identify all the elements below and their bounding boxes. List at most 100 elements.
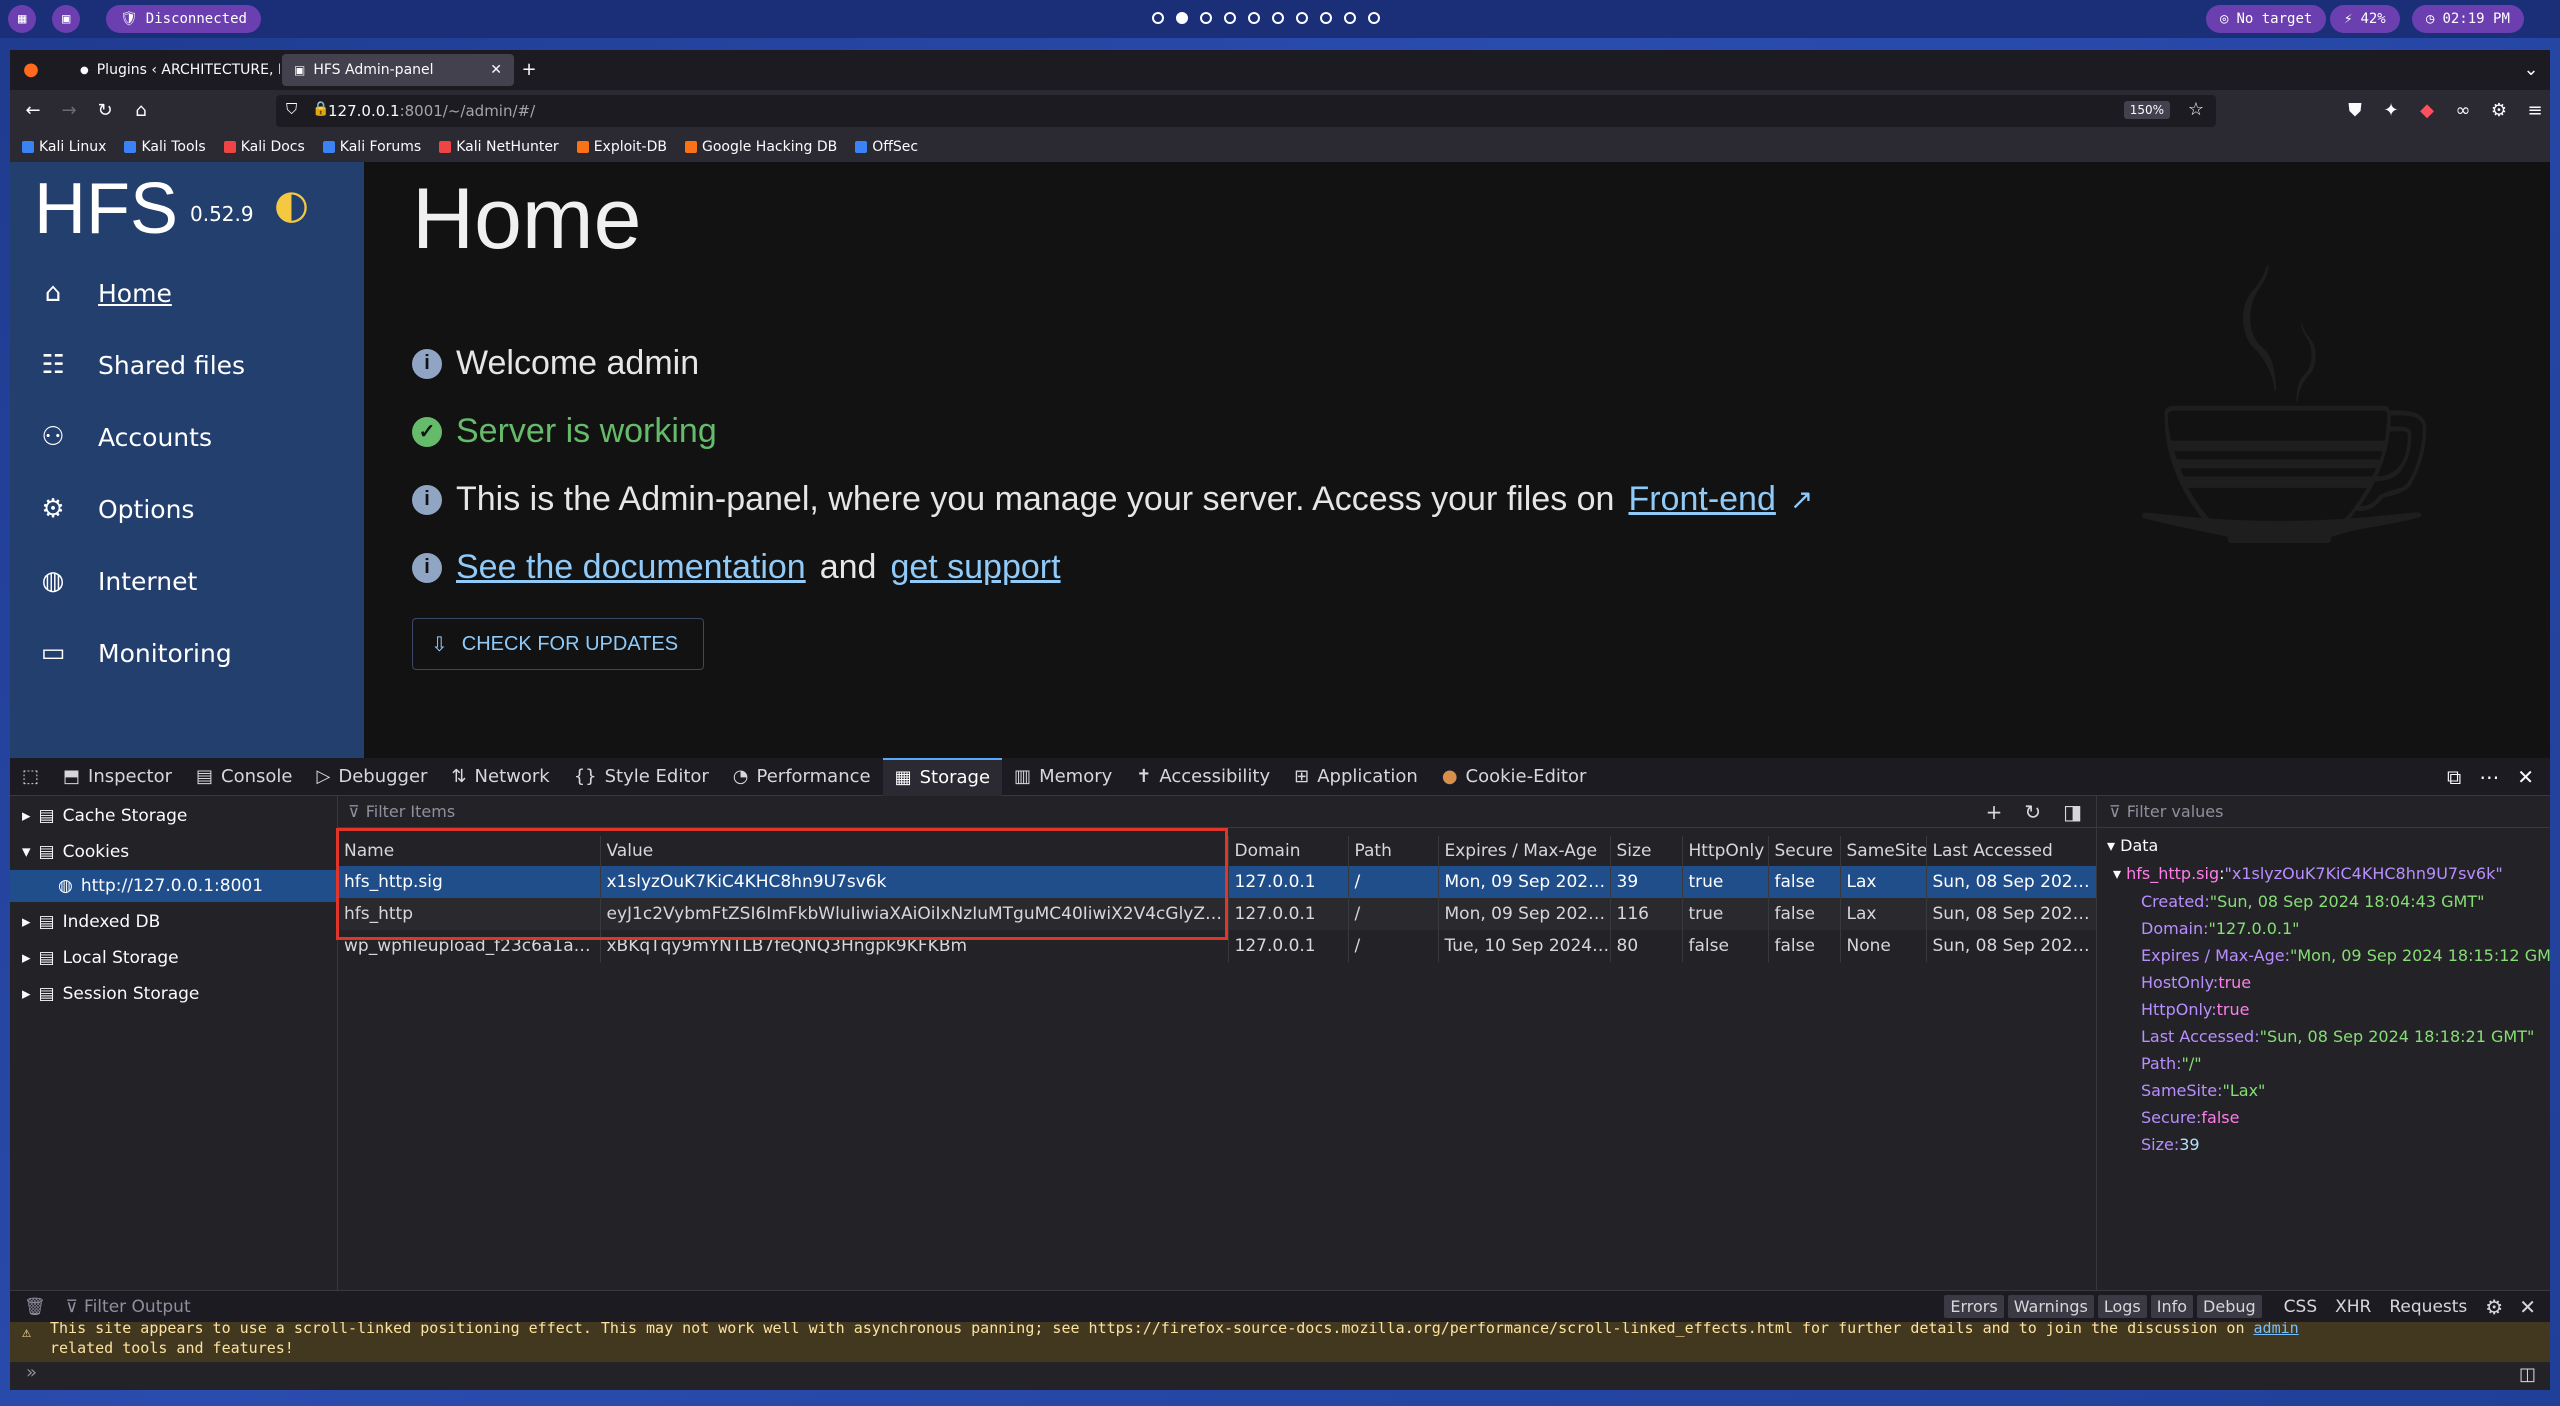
data-row[interactable]: Expires / Max-Age:"Mon, 09 Sep 2024 18:1…: [2141, 946, 2550, 965]
external-link-icon[interactable]: ↗: [1790, 483, 1813, 516]
table-cell[interactable]: Sun, 08 Sep 2024 1...: [1926, 930, 2097, 962]
dock-icon[interactable]: ⧉: [2447, 765, 2461, 789]
table-cell[interactable]: hfs_http.sig: [338, 866, 601, 898]
workspace-dot[interactable]: [1224, 12, 1236, 24]
tab-application[interactable]: ⊞ Application: [1282, 758, 1430, 796]
settings-gear-icon[interactable]: ⚙: [2488, 100, 2510, 122]
window-button[interactable]: ▣: [52, 5, 81, 33]
table-cell[interactable]: 39: [1610, 866, 1683, 898]
new-tab-icon[interactable]: +: [518, 59, 540, 81]
shield-icon[interactable]: ⛉: [286, 100, 297, 118]
workspace-dot[interactable]: [1320, 12, 1332, 24]
data-section-header[interactable]: ▾ Data: [2107, 836, 2158, 855]
filter-warnings-button[interactable]: Warnings: [2007, 1295, 2094, 1318]
column-header[interactable]: HttpOnly: [1682, 836, 1769, 866]
column-header[interactable]: Name: [338, 836, 601, 866]
console-input[interactable]: » ◫: [10, 1362, 2550, 1390]
reload-icon[interactable]: ↻: [94, 100, 116, 122]
extensions-icon[interactable]: ✦: [2380, 100, 2402, 122]
filter-css-button[interactable]: CSS: [2284, 1297, 2317, 1317]
hamburger-menu-icon[interactable]: ≡: [2524, 100, 2546, 122]
workspace-dot[interactable]: [1248, 12, 1260, 24]
bookmark-item[interactable]: Kali Forums: [322, 139, 421, 155]
sidebar-item-internet[interactable]: ◍ Internet: [36, 564, 198, 598]
close-icon[interactable]: ✕: [490, 62, 502, 78]
frontend-link[interactable]: Front-end: [1628, 480, 1775, 519]
close-icon[interactable]: ✕: [2517, 765, 2534, 789]
table-cell[interactable]: Mon, 09 Sep 2024 ...: [1438, 898, 1611, 930]
filter-xhr-button[interactable]: XHR: [2335, 1297, 2371, 1317]
tab-performance[interactable]: ◔ Performance: [721, 758, 883, 796]
tree-item-cookies[interactable]: ▾ ▤ Cookies: [10, 836, 338, 868]
sidebar-item-shared-files[interactable]: ☷ Shared files: [36, 348, 245, 382]
column-header[interactable]: Value: [600, 836, 1229, 866]
console-filter-input[interactable]: Filter Output: [84, 1297, 191, 1317]
filter-info-button[interactable]: Info: [2150, 1295, 2194, 1318]
trash-icon[interactable]: 🗑: [24, 1297, 46, 1317]
table-cell[interactable]: false: [1682, 930, 1769, 962]
bookmark-item[interactable]: Exploit-DB: [576, 139, 667, 155]
mask-icon[interactable]: ∞: [2452, 100, 2474, 122]
tab-storage[interactable]: ▦ Storage: [882, 757, 1003, 796]
pocket-icon[interactable]: ⛊: [2344, 100, 2366, 122]
zoom-level-badge[interactable]: 150%: [2123, 101, 2170, 119]
column-header[interactable]: Path: [1348, 836, 1439, 866]
console-settings-icon[interactable]: ⚙: [2485, 1295, 2503, 1319]
data-row[interactable]: Size:39: [2141, 1135, 2200, 1154]
sidebar-item-home[interactable]: ⌂ Home: [36, 276, 172, 310]
table-cell[interactable]: 80: [1610, 930, 1683, 962]
documentation-link[interactable]: See the documentation: [456, 548, 806, 587]
table-cell[interactable]: wp_wpfileupload_f23c6a1a735...: [338, 930, 601, 962]
data-row[interactable]: Secure:false: [2141, 1108, 2239, 1127]
tab-network[interactable]: ⇅ Network: [439, 758, 561, 796]
addon-icon[interactable]: ◆: [2416, 100, 2438, 122]
column-header[interactable]: Domain: [1228, 836, 1349, 866]
sidebar-item-accounts[interactable]: ⚇ Accounts: [36, 420, 212, 454]
table-cell[interactable]: false: [1768, 930, 1841, 962]
table-cell[interactable]: None: [1840, 930, 1927, 962]
tab-console[interactable]: ▤ Console: [184, 758, 304, 796]
split-console-icon[interactable]: ◫: [2519, 1364, 2536, 1385]
table-cell[interactable]: Lax: [1840, 898, 1927, 930]
filter-values-input[interactable]: Filter values: [2127, 802, 2224, 821]
tree-item-cache-storage[interactable]: ▸ ▤ Cache Storage: [10, 800, 338, 832]
table-cell[interactable]: 127.0.0.1: [1228, 866, 1349, 898]
data-row[interactable]: HttpOnly:true: [2141, 1000, 2249, 1019]
bookmark-item[interactable]: Kali Docs: [223, 139, 305, 155]
lock-icon[interactable]: 🔒: [312, 101, 329, 117]
table-cell[interactable]: Sun, 08 Sep 2024 1...: [1926, 866, 2097, 898]
workspace-dot[interactable]: [1368, 12, 1380, 24]
workspace-dot[interactable]: [1272, 12, 1284, 24]
target-indicator[interactable]: ◎ No target: [2206, 5, 2327, 33]
table-cell[interactable]: 127.0.0.1: [1228, 930, 1349, 962]
column-header[interactable]: Last Accessed: [1926, 836, 2097, 866]
table-cell[interactable]: eyJ1c2VybmFtZSI6ImFkbWluIiwiaXAiOiIxNzIu…: [600, 898, 1229, 930]
bookmark-item[interactable]: Google Hacking DB: [684, 139, 837, 155]
theme-toggle-icon[interactable]: ◐: [274, 182, 330, 230]
tab-list-chevron-icon[interactable]: ⌄: [2520, 59, 2542, 81]
data-row[interactable]: HostOnly:true: [2141, 973, 2251, 992]
workspace-dot[interactable]: [1152, 12, 1164, 24]
filter-errors-button[interactable]: Errors: [1944, 1295, 2004, 1318]
url-bar[interactable]: ⛉ 🔒 127.0.0.1 :8001/~/admin/#/ 150% ☆: [276, 95, 2216, 127]
table-cell[interactable]: Mon, 09 Sep 2024 ...: [1438, 866, 1611, 898]
bookmark-item[interactable]: OffSec: [855, 139, 918, 155]
data-row[interactable]: Last Accessed:"Sun, 08 Sep 2024 18:18:21…: [2141, 1027, 2534, 1046]
add-item-icon[interactable]: +: [1986, 800, 2003, 824]
close-icon[interactable]: ✕: [2519, 1295, 2536, 1319]
workspace-dot[interactable]: [1200, 12, 1212, 24]
tab-inspector[interactable]: ⬒ Inspector: [51, 758, 184, 796]
table-cell[interactable]: true: [1682, 898, 1769, 930]
tree-item-cookie-origin[interactable]: ◍ http://127.0.0.1:8001: [10, 870, 338, 902]
data-row[interactable]: SameSite:"Lax": [2141, 1081, 2265, 1100]
table-cell[interactable]: 127.0.0.1: [1228, 898, 1349, 930]
table-cell[interactable]: true: [1682, 866, 1769, 898]
filter-items-input[interactable]: Filter Items: [366, 802, 455, 821]
tab-style-editor[interactable]: {} Style Editor: [562, 758, 721, 796]
workspace-dot[interactable]: [1176, 12, 1188, 24]
data-title-row[interactable]: ▾ hfs_http.sig:"x1slyzOuK7KiC4KHC8hn9U7s…: [2113, 864, 2503, 883]
firefox-icon[interactable]: ●: [20, 59, 42, 81]
table-row[interactable]: hfs_http.sig x1slyzOuK7KiC4KHC8hn9U7sv6k…: [338, 866, 2097, 898]
tree-item-local-storage[interactable]: ▸ ▤ Local Storage: [10, 942, 338, 974]
bookmark-star-icon[interactable]: ☆: [2188, 99, 2204, 120]
